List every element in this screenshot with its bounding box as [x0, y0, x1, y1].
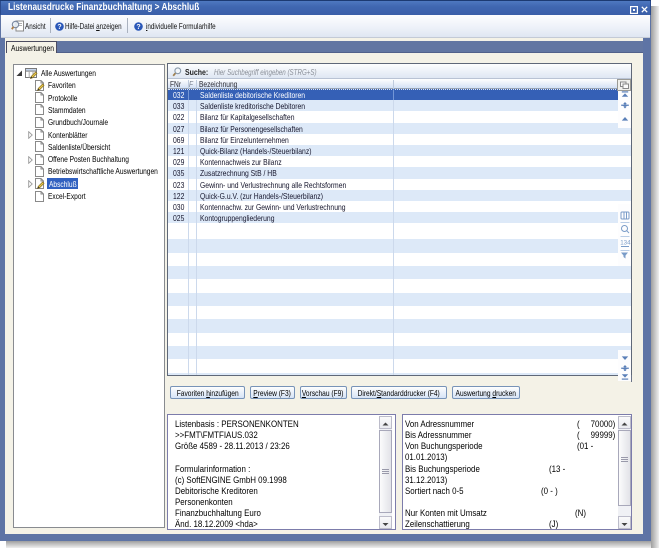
svg-text:134: 134 [620, 240, 631, 247]
svg-text:?: ? [57, 24, 61, 31]
svg-text:?: ? [136, 24, 140, 31]
